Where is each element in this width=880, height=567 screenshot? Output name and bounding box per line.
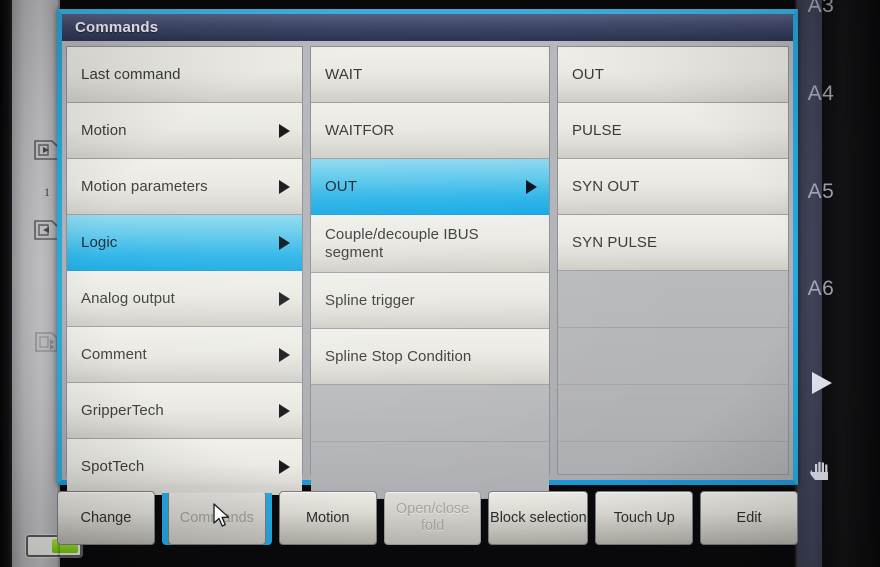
column-command-categories: Last command Motion Motion parameters Lo… bbox=[66, 46, 303, 495]
chevron-right-icon bbox=[526, 179, 537, 194]
menu-item-spline-trigger[interactable]: Spline trigger bbox=[311, 273, 549, 329]
menu-item-last-command[interactable]: Last command bbox=[67, 47, 302, 103]
chevron-right-icon bbox=[279, 460, 290, 474]
menu-item-waitfor[interactable]: WAITFOR bbox=[311, 103, 549, 159]
commands-button[interactable]: Commands bbox=[167, 491, 266, 545]
axis-label-a4[interactable]: A4 bbox=[798, 82, 844, 106]
chevron-right-icon bbox=[279, 291, 290, 306]
menu-item-wait[interactable]: WAIT bbox=[311, 47, 549, 103]
menu-item-label: Couple/decouple IBUS segment bbox=[325, 225, 479, 261]
menu-item-label: Logic bbox=[81, 233, 118, 251]
chevron-right-icon bbox=[279, 123, 290, 138]
menu-item-syn-pulse[interactable]: SYN PULSE bbox=[558, 215, 788, 271]
change-button[interactable]: Change bbox=[57, 491, 155, 545]
filler-line bbox=[558, 328, 788, 385]
softkey-bar: Change Commands Motion Open/close fold B… bbox=[57, 485, 798, 557]
menu-item-grippertech[interactable]: GripperTech bbox=[67, 383, 302, 439]
menu-item-spline-stop-condition[interactable]: Spline Stop Condition bbox=[311, 329, 549, 385]
play-triangle-icon[interactable] bbox=[798, 368, 844, 403]
dialog-title: Commands bbox=[75, 19, 159, 36]
menu-item-label: Motion parameters bbox=[81, 177, 208, 195]
menu-item-label: WAIT bbox=[325, 65, 363, 83]
commands-tab-wrapper: Commands bbox=[161, 485, 272, 545]
menu-item-label: Spline Stop Condition bbox=[325, 347, 472, 365]
menu-item-label: OUT bbox=[325, 177, 357, 195]
menu-item-label: SpotTech bbox=[81, 458, 145, 476]
menu-item-label: Last command bbox=[81, 65, 181, 83]
menu-item-syn-out[interactable]: SYN OUT bbox=[558, 159, 788, 215]
left-status-panel: 1 bbox=[12, 0, 82, 567]
chevron-right-icon bbox=[279, 235, 290, 250]
commands-dialog: Commands Last command Motion Motion para… bbox=[57, 9, 798, 499]
chevron-right-icon bbox=[279, 347, 290, 362]
menu-item-label: Comment bbox=[81, 345, 147, 363]
motion-button[interactable]: Motion bbox=[278, 491, 377, 545]
menu-item-label: Analog output bbox=[81, 289, 175, 307]
column-filler bbox=[558, 271, 788, 474]
block-selection-button[interactable]: Block selection bbox=[488, 491, 589, 545]
axis-label-a5[interactable]: A5 bbox=[798, 180, 844, 204]
menu-item-analog-output[interactable]: Analog output bbox=[67, 271, 302, 327]
menu-item-out[interactable]: OUT bbox=[311, 159, 549, 215]
axis-label-a3[interactable]: A3 bbox=[798, 0, 844, 18]
menu-item-label: Spline trigger bbox=[325, 291, 415, 309]
dialog-columns: Last command Motion Motion parameters Lo… bbox=[62, 41, 793, 499]
menu-item-couple-decouple-ibus-segment[interactable]: Couple/decouple IBUS segment bbox=[311, 215, 549, 273]
column-out-commands: OUT PULSE SYN OUT SYN PULSE bbox=[557, 46, 789, 475]
filler-line bbox=[558, 271, 788, 328]
menu-item-out-plain[interactable]: OUT bbox=[558, 47, 788, 103]
menu-item-motion[interactable]: Motion bbox=[67, 103, 302, 159]
teach-pendant-screen: 1 A3 A4 A5 A6 Commands Last command Moti… bbox=[0, 0, 880, 567]
menu-item-label: SYN PULSE bbox=[572, 233, 658, 251]
menu-item-motion-parameters[interactable]: Motion parameters bbox=[67, 159, 302, 215]
menu-item-comment[interactable]: Comment bbox=[67, 327, 302, 383]
menu-item-label: WAITFOR bbox=[325, 121, 395, 139]
chevron-right-icon bbox=[279, 403, 290, 418]
hand-jog-icon[interactable] bbox=[798, 458, 844, 491]
menu-item-logic[interactable]: Logic bbox=[67, 215, 302, 271]
column-filler bbox=[311, 385, 549, 499]
dialog-titlebar: Commands bbox=[62, 14, 793, 41]
edit-button[interactable]: Edit bbox=[700, 491, 798, 545]
chevron-right-icon bbox=[279, 179, 290, 194]
menu-item-label: PULSE bbox=[572, 121, 622, 139]
menu-item-pulse[interactable]: PULSE bbox=[558, 103, 788, 159]
menu-item-label: Motion bbox=[81, 121, 127, 139]
filler-line bbox=[311, 385, 549, 442]
column-logic-commands: WAIT WAITFOR OUT Couple/decouple IBUS se… bbox=[310, 46, 550, 499]
filler-line bbox=[558, 385, 788, 442]
open-close-fold-button[interactable]: Open/close fold bbox=[383, 491, 482, 545]
menu-item-label: GripperTech bbox=[81, 401, 164, 419]
touch-up-button[interactable]: Touch Up bbox=[595, 491, 694, 545]
menu-item-label: OUT bbox=[572, 65, 604, 83]
menu-item-label: SYN OUT bbox=[572, 177, 640, 195]
axis-label-a6[interactable]: A6 bbox=[798, 277, 844, 301]
